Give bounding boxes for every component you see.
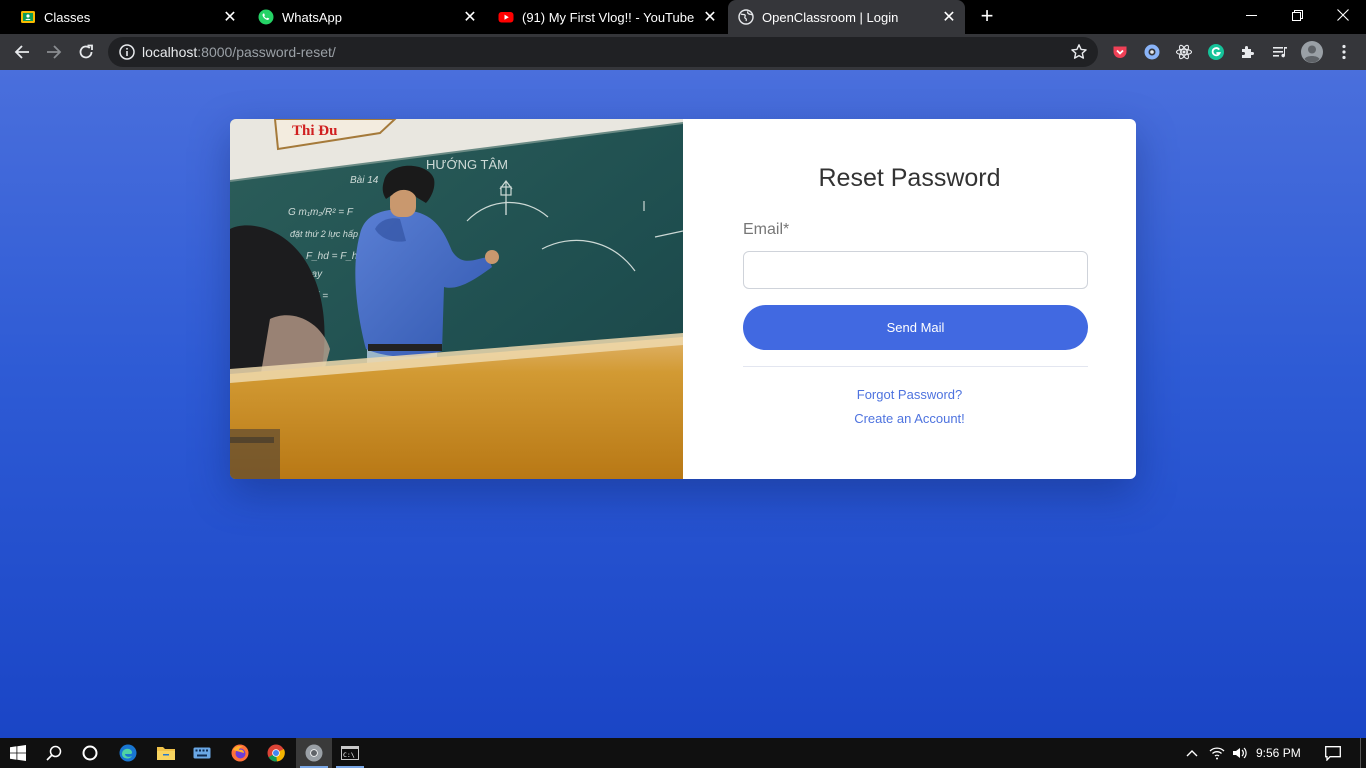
puzzle-icon[interactable] <box>1238 42 1258 62</box>
react-devtools-icon[interactable] <box>1174 42 1194 62</box>
profile-avatar-icon[interactable] <box>1300 40 1324 64</box>
address-bar[interactable]: localhost:8000/password-reset/ <box>108 37 1098 67</box>
media-controls-icon[interactable] <box>1270 42 1290 62</box>
globe-icon <box>738 9 754 25</box>
notifications-icon[interactable] <box>1320 738 1346 768</box>
divider <box>743 366 1088 367</box>
google-classroom-icon <box>21 11 35 23</box>
classroom-teacher-blackboard-photo: Thi Đu HƯỚNG TÂM Bài 14 G m₁m₂/R² = F đặ… <box>230 119 683 479</box>
search-icon[interactable] <box>36 738 72 768</box>
svg-text:HƯỚNG TÂM: HƯỚNG TÂM <box>426 157 508 172</box>
windows-taskbar: C:\ 9:56 PM <box>0 738 1366 768</box>
browser-toolbar: localhost:8000/password-reset/ <box>0 34 1366 70</box>
chrome-icon[interactable] <box>258 738 294 768</box>
page-title: Reset Password <box>818 164 1001 192</box>
tab-openclassroom[interactable]: OpenClassroom | Login ✕ <box>728 0 965 34</box>
edge-icon[interactable] <box>110 738 146 768</box>
reset-card: Thi Đu HƯỚNG TÂM Bài 14 G m₁m₂/R² = F đặ… <box>230 119 1136 479</box>
close-window-icon[interactable] <box>1320 0 1366 30</box>
tab-classes[interactable]: Classes ✕ <box>0 0 246 34</box>
tray-expand-icon[interactable] <box>1182 738 1202 768</box>
extension-circle-icon[interactable] <box>1142 42 1162 62</box>
restore-icon[interactable] <box>1274 0 1320 30</box>
email-field[interactable] <box>743 251 1088 289</box>
url-path: :8000/password-reset/ <box>197 44 336 60</box>
forgot-password-link[interactable]: Forgot Password? <box>683 387 1136 402</box>
volume-icon[interactable] <box>1230 738 1250 768</box>
bookmark-star-icon[interactable] <box>1070 43 1088 61</box>
reload-icon[interactable] <box>72 38 100 66</box>
svg-text:Bài 14: Bài 14 <box>350 175 379 186</box>
tab-close-icon[interactable]: ✕ <box>941 7 957 27</box>
file-explorer-icon[interactable] <box>148 738 184 768</box>
windows-start-icon[interactable] <box>0 738 36 768</box>
tab-close-icon[interactable]: ✕ <box>702 7 718 27</box>
keyboard-icon[interactable] <box>184 738 220 768</box>
email-label: Email* <box>743 221 790 238</box>
reset-form-pane: Reset Password Email* Send Mail Forgot P… <box>683 119 1136 479</box>
tab-youtube[interactable]: (91) My First Vlog!! - YouTube ✕ <box>486 0 726 34</box>
firefox-icon[interactable] <box>222 738 258 768</box>
svg-text:C:\: C:\ <box>343 751 355 759</box>
youtube-icon <box>498 12 514 23</box>
tab-whatsapp[interactable]: WhatsApp ✕ <box>246 0 486 34</box>
tab-close-icon[interactable]: ✕ <box>222 7 238 27</box>
new-tab-button[interactable]: + <box>976 5 998 29</box>
tab-close-icon[interactable]: ✕ <box>462 7 478 27</box>
pocket-icon[interactable] <box>1110 42 1130 62</box>
grammarly-icon[interactable] <box>1206 42 1226 62</box>
more-menu-icon[interactable] <box>1334 42 1354 62</box>
tab-title: WhatsApp <box>282 9 342 25</box>
create-account-link[interactable]: Create an Account! <box>683 411 1136 426</box>
page-background: Thi Đu HƯỚNG TÂM Bài 14 G m₁m₂/R² = F đặ… <box>0 70 1366 738</box>
site-info-icon[interactable] <box>118 43 136 61</box>
svg-text:F_hd = F_ht: F_hd = F_ht <box>306 251 361 262</box>
tab-strip: Classes ✕ WhatsApp ✕ (91) My First Vlog!… <box>0 0 1366 34</box>
tab-title: OpenClassroom | Login <box>762 9 899 25</box>
svg-text:Thi Đu: Thi Đu <box>292 123 337 139</box>
chrome-active-icon[interactable] <box>296 738 332 768</box>
tab-title: Classes <box>44 9 91 25</box>
clock-time[interactable]: 9:56 PM <box>1256 746 1301 760</box>
svg-text:G m₁m₂/R² = F: G m₁m₂/R² = F <box>288 207 354 218</box>
send-mail-button[interactable]: Send Mail <box>743 305 1088 350</box>
forward-icon[interactable] <box>40 38 68 66</box>
terminal-icon[interactable]: C:\ <box>332 738 368 768</box>
url-text[interactable]: localhost:8000/password-reset/ <box>142 44 336 60</box>
whatsapp-icon <box>258 9 274 25</box>
network-icon[interactable] <box>1206 738 1228 768</box>
show-desktop-button[interactable] <box>1360 738 1366 768</box>
tab-title: (91) My First Vlog!! - YouTube <box>522 9 695 25</box>
cortana-icon[interactable] <box>72 738 108 768</box>
minimize-icon[interactable] <box>1228 0 1274 30</box>
back-icon[interactable] <box>8 38 36 66</box>
url-host: localhost <box>142 44 198 60</box>
